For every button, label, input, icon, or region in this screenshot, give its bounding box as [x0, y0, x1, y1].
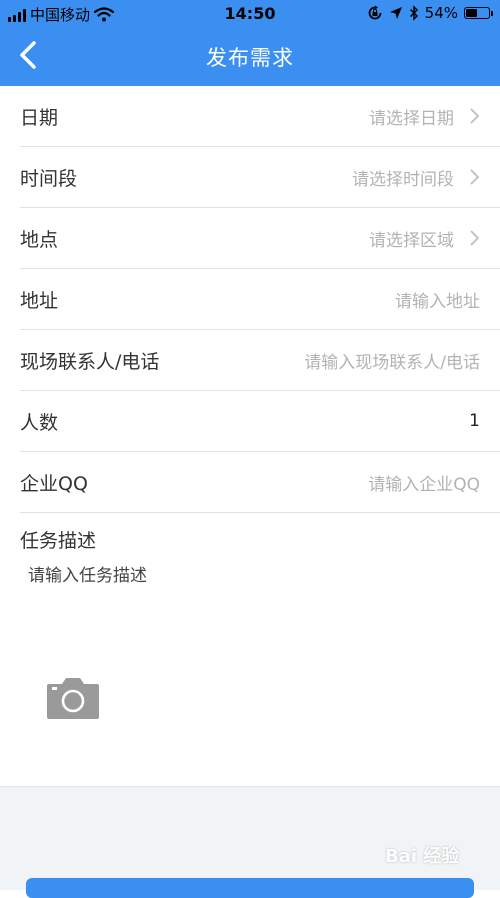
contact-input[interactable]: 请输入现场联系人/电话 [304, 348, 480, 373]
chevron-right-icon [470, 230, 480, 246]
address-input[interactable]: 请输入地址 [395, 287, 480, 312]
location-icon [389, 7, 402, 19]
form-row-qq[interactable]: 企业QQ 请输入企业QQ [20, 452, 500, 513]
chevron-right-icon [470, 108, 480, 124]
row-label: 企业QQ [20, 472, 88, 495]
row-label: 时间段 [20, 167, 78, 190]
bottom-area [0, 786, 500, 890]
description-label: 任务描述 [20, 530, 97, 552]
battery-icon [464, 7, 493, 19]
bluetooth-icon [409, 5, 418, 21]
form-row-address[interactable]: 地址 请输入地址 [20, 269, 500, 330]
row-label: 地点 [20, 228, 59, 251]
form-row-date[interactable]: 日期 请选择日期 [20, 86, 500, 147]
navbar: 发布需求 [0, 28, 500, 86]
submit-button[interactable] [26, 878, 474, 898]
status-bar: 中国移动 14:50 54% [0, 0, 500, 28]
row-label: 地址 [20, 289, 59, 312]
date-picker[interactable]: 请选择日期 [369, 104, 454, 129]
form: 日期 请选择日期 时间段 请选择时间段 地点 请选择区域 地址 请输入地址 现场… [0, 86, 500, 513]
battery-percent: 54% [424, 4, 458, 22]
area-picker[interactable]: 请选择区域 [369, 226, 454, 251]
camera-icon[interactable] [46, 676, 100, 720]
form-row-location[interactable]: 地点 请选择区域 [20, 208, 500, 269]
watermark: Bai 经验 [385, 846, 460, 867]
status-right: 54% [367, 4, 493, 22]
description-textarea[interactable]: 请输入任务描述 [28, 561, 147, 586]
battery-fill [466, 9, 477, 17]
form-row-contact[interactable]: 现场联系人/电话 请输入现场联系人/电话 [20, 330, 500, 391]
time-slot-picker[interactable]: 请选择时间段 [352, 165, 454, 190]
lock-rotation-icon [368, 5, 382, 20]
row-label: 现场联系人/电话 [20, 350, 160, 373]
row-label: 日期 [20, 106, 59, 129]
form-row-headcount[interactable]: 人数 1 [20, 391, 500, 452]
header: 中国移动 14:50 54% 发布需求 [0, 0, 500, 86]
qq-input[interactable]: 请输入企业QQ [368, 470, 480, 495]
row-label: 人数 [20, 411, 59, 434]
headcount-input[interactable]: 1 [469, 411, 480, 431]
chevron-right-icon [470, 169, 480, 185]
form-row-time-slot[interactable]: 时间段 请选择时间段 [20, 147, 500, 208]
page-title: 发布需求 [206, 46, 294, 70]
